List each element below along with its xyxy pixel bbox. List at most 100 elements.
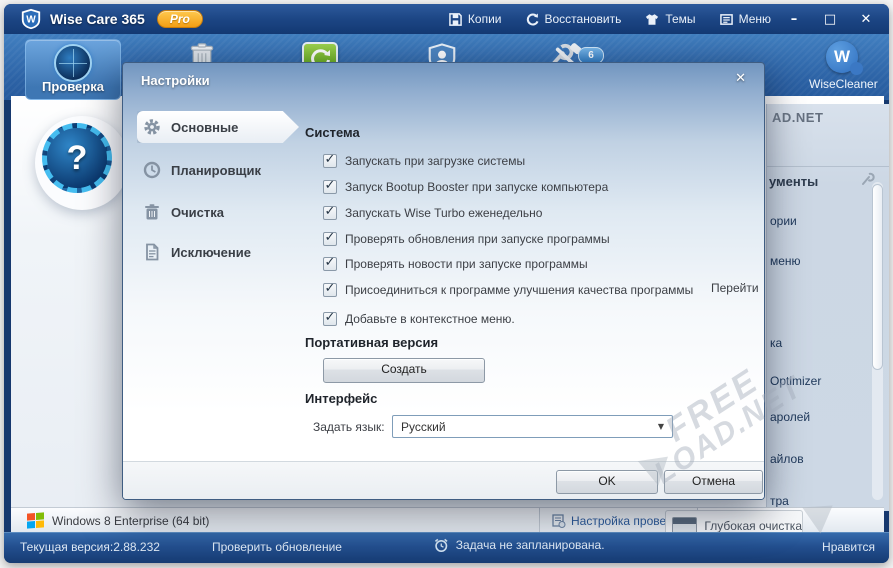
tshirt-icon bbox=[645, 13, 659, 26]
sidebar-item-cleanup[interactable]: Очистка bbox=[143, 200, 224, 224]
version-label: Текущая версия:2.88.232 bbox=[20, 540, 160, 554]
settings-list-icon bbox=[552, 514, 566, 528]
document-icon bbox=[143, 243, 161, 261]
deep-clean-label: Глубокая очистка bbox=[704, 519, 802, 533]
task-status: Задача не запланирована. bbox=[433, 537, 605, 553]
ok-button[interactable]: OK bbox=[556, 470, 658, 494]
alarm-clock-icon bbox=[433, 537, 449, 553]
menu-label: Меню bbox=[739, 12, 771, 26]
option-row: ✓ Присоединиться к программе улучшения к… bbox=[323, 281, 693, 298]
tool-item[interactable]: аролей bbox=[770, 410, 810, 424]
maximize-button[interactable]: □ bbox=[821, 12, 839, 27]
cancel-button[interactable]: Отмена bbox=[664, 470, 763, 494]
sidebar-item-general-label: Основные bbox=[171, 120, 238, 135]
like-link[interactable]: Нравится bbox=[822, 540, 875, 554]
checkbox-checked[interactable]: ✓ bbox=[323, 283, 337, 297]
right-tools-panel: ументы ории меню ка Optimizer аролей айл… bbox=[766, 104, 889, 511]
sidebar-item-scheduler-label: Планировщик bbox=[171, 163, 261, 178]
task-status-label: Задача не запланирована. bbox=[456, 538, 605, 552]
clock-icon bbox=[143, 161, 161, 179]
tools-panel-header: ументы bbox=[769, 174, 818, 189]
tool-item[interactable]: Optimizer bbox=[770, 374, 821, 388]
option-row: ✓ Запуск Bootup Booster при запуске комп… bbox=[323, 178, 608, 195]
tab-scan-label: Проверка bbox=[26, 79, 120, 94]
chevron-down-icon: ▼ bbox=[658, 422, 664, 431]
gear-icon bbox=[143, 118, 161, 136]
option-label: Запуск Bootup Booster при запуске компью… bbox=[345, 180, 608, 194]
brand-initial: W bbox=[826, 41, 858, 73]
option-row: ✓ Запускать при загрузке системы bbox=[323, 152, 525, 169]
tool-item[interactable]: ории bbox=[770, 214, 797, 228]
sidebar-item-general[interactable]: Основные bbox=[143, 115, 238, 139]
checkbox-checked[interactable]: ✓ bbox=[323, 257, 337, 271]
brand[interactable]: W WiseCleaner bbox=[809, 41, 875, 91]
sidebar-item-exclusion-label0: Очистка bbox=[171, 205, 224, 220]
themes-button[interactable]: Темы bbox=[645, 12, 695, 26]
checkbox-checked[interactable]: ✓ bbox=[323, 232, 337, 246]
sidebar-item-scheduler[interactable]: Планировщик bbox=[143, 158, 261, 182]
checkbox-checked[interactable]: ✓ bbox=[323, 180, 337, 194]
sidebar-item-exclusion-label: Исключение bbox=[171, 245, 251, 260]
wisecleaner-logo-icon: W bbox=[826, 41, 858, 73]
minimize-button[interactable]: – bbox=[785, 12, 803, 27]
option-row: ✓ Проверять обновления при запуске прогр… bbox=[323, 230, 610, 247]
radar-icon bbox=[54, 44, 92, 82]
language-value: Русский bbox=[401, 420, 658, 434]
tool-item[interactable]: тра bbox=[770, 494, 789, 508]
scan-help-button[interactable]: ? bbox=[35, 116, 129, 210]
question-circle-icon: ? bbox=[42, 123, 112, 193]
checkbox-checked[interactable]: ✓ bbox=[323, 154, 337, 168]
restore-label: Восстановить bbox=[545, 12, 622, 26]
dialog-title: Настройки bbox=[141, 73, 210, 88]
sidebar-item-exclusion[interactable]: Исключение bbox=[143, 240, 251, 264]
themes-label: Темы bbox=[665, 12, 695, 26]
backups-button[interactable]: Копии bbox=[449, 12, 502, 26]
panel-divider bbox=[767, 166, 889, 167]
scrollbar-thumb[interactable] bbox=[872, 184, 883, 370]
tool-item[interactable]: ка bbox=[770, 336, 782, 350]
option-label: Добавьте в контекстное меню. bbox=[345, 312, 515, 326]
menu-button[interactable]: Меню bbox=[720, 12, 771, 26]
language-label: Задать язык: bbox=[313, 420, 385, 434]
backups-label: Копии bbox=[468, 12, 502, 26]
windows-logo-icon bbox=[27, 512, 44, 528]
check-update-link[interactable]: Проверить обновление bbox=[212, 540, 342, 554]
option-label: Проверять новости при запуске программы bbox=[345, 257, 588, 271]
dialog-footer: OK Отмена bbox=[123, 461, 764, 499]
checkbox-checked[interactable]: ✓ bbox=[323, 312, 337, 326]
titlebar: W Wise Care 365 Pro Копии bbox=[4, 4, 889, 34]
window-controls: – □ ✕ bbox=[785, 4, 875, 34]
tab-scan[interactable]: Проверка bbox=[25, 39, 121, 100]
option-row: ✓ Запускать Wise Turbo еженедельно bbox=[323, 204, 542, 221]
section-title-portable: Портативная версия bbox=[305, 335, 438, 350]
close-button[interactable]: ✕ bbox=[857, 12, 875, 27]
status-bar: Windows 8 Enterprise (64 bit) Настройка … bbox=[11, 507, 884, 532]
section-title-system: Система bbox=[305, 125, 360, 140]
option-label: Запускать Wise Turbo еженедельно bbox=[345, 206, 542, 220]
dialog-close-button[interactable]: ✕ bbox=[735, 71, 746, 86]
floppy-icon bbox=[449, 13, 462, 26]
checkbox-checked[interactable]: ✓ bbox=[323, 206, 337, 220]
brand-name: WiseCleaner bbox=[809, 77, 875, 91]
menu-list-icon bbox=[720, 13, 733, 26]
svg-text:W: W bbox=[26, 15, 36, 26]
section-title-interface: Интерфейс bbox=[305, 391, 377, 406]
tool-item[interactable]: айлов bbox=[770, 452, 804, 466]
settings-dialog: Настройки ✕ Основные Планировщик bbox=[122, 62, 765, 500]
app-title: Wise Care 365 bbox=[50, 11, 145, 27]
trash-small-icon bbox=[143, 203, 161, 221]
restore-button[interactable]: Восстановить bbox=[526, 12, 622, 26]
language-select[interactable]: Русский ▼ bbox=[392, 415, 673, 438]
go-link[interactable]: Перейти bbox=[711, 281, 759, 295]
create-portable-button[interactable]: Создать bbox=[323, 358, 485, 383]
scrollbar[interactable] bbox=[872, 182, 883, 500]
os-label: Windows 8 Enterprise (64 bit) bbox=[52, 514, 209, 528]
titlebar-menu: Копии Восстановить Темы bbox=[449, 4, 771, 34]
option-label: Проверять обновления при запуске програм… bbox=[345, 232, 610, 246]
app-logo-shield-icon: W bbox=[20, 8, 42, 30]
option-row: ✓ Проверять новости при запуске программ… bbox=[323, 255, 588, 272]
pro-badge: Pro bbox=[157, 10, 203, 28]
bottom-bar: Текущая версия:2.88.232 Проверить обновл… bbox=[4, 532, 889, 563]
option-row: ✓ Добавьте в контекстное меню. bbox=[323, 310, 515, 327]
tool-item[interactable]: меню bbox=[770, 254, 801, 268]
